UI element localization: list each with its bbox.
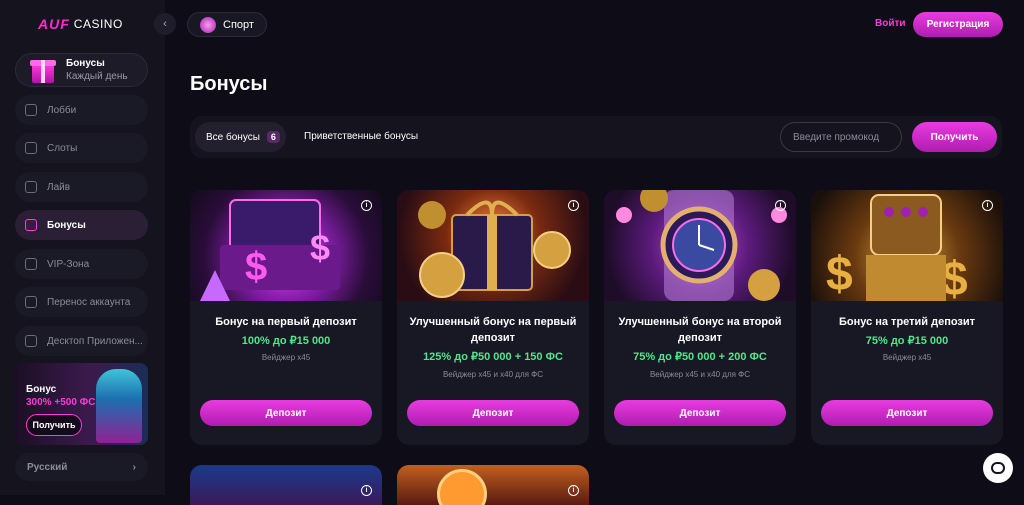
bonus-name: Улучшенный бонус на второй депозит xyxy=(618,316,782,344)
info-icon[interactable]: i xyxy=(775,200,786,211)
bonus-wager: Вейджер x45 xyxy=(261,353,311,362)
bonus-card-partial: i xyxy=(190,465,382,505)
collapse-sidebar-button[interactable]: ‹ xyxy=(154,13,176,35)
vip-icon xyxy=(25,258,37,270)
logo-mark: AUF xyxy=(38,16,70,32)
chevron-right-icon: › xyxy=(132,461,136,473)
bonus-icon xyxy=(25,219,37,231)
tab-all-bonuses[interactable]: Все бонусы 6 xyxy=(195,122,286,152)
slots-icon xyxy=(25,142,37,154)
desktop-icon xyxy=(25,335,37,347)
bonus-wager: Вейджер x45 и x40 для ФС xyxy=(442,370,544,379)
sidebar-item-bonuses[interactable]: Бонусы xyxy=(15,210,148,240)
chevron-left-icon: ‹ xyxy=(163,18,167,30)
orange-slice-image xyxy=(437,469,487,505)
info-icon[interactable]: i xyxy=(982,200,993,211)
login-link[interactable]: Войти xyxy=(875,18,906,29)
sidebar: AUF CASINO Бонусы Каждый день Лобби Слот… xyxy=(0,0,165,495)
count-badge: 6 xyxy=(266,131,280,143)
sidebar-item-label: Слоты xyxy=(47,142,78,154)
home-icon xyxy=(25,104,37,116)
sidebar-item-label: Лайв xyxy=(47,181,71,193)
bonus-offer: 100% до ₽15 000 xyxy=(241,335,331,347)
bonus-offer: 125% до ₽50 000 + 150 ФС xyxy=(423,351,563,363)
logo-text: CASINO xyxy=(73,17,123,31)
daily-bonus-subtitle: Каждый день xyxy=(66,71,128,82)
bonus-card: $ $ i Бонус на третий депозит 75% до ₽15 … xyxy=(811,190,1003,445)
promo-title: Бонус xyxy=(26,384,57,395)
bonus-card: i Улучшенный бонус на второй депозит 75%… xyxy=(604,190,796,445)
info-icon[interactable]: i xyxy=(361,485,372,496)
bonus-image-watch xyxy=(604,190,796,301)
bonus-image-gift-box xyxy=(397,190,589,301)
bonus-offer: 75% до ₽15 000 xyxy=(865,335,949,347)
chat-bubble-icon xyxy=(991,462,1005,474)
support-chat-button[interactable] xyxy=(983,453,1013,483)
bonus-card-partial: i xyxy=(397,465,589,505)
sport-button[interactable]: Спорт xyxy=(187,12,267,37)
bonus-name: Бонус на первый депозит xyxy=(215,316,357,328)
bonus-card: $ $ i Бонус на первый депозит 100% до ₽15… xyxy=(190,190,382,445)
bonus-image-treasure-chest: $ $ xyxy=(190,190,382,301)
bonus-image-golden-dollars: $ $ xyxy=(811,190,1003,306)
sidebar-item-live[interactable]: Лайв xyxy=(15,172,148,202)
bonus-card: i Улучшенный бонус на первый депозит 125… xyxy=(397,190,589,445)
page-title: Бонусы xyxy=(190,73,268,95)
sidebar-item-label: Десктоп Приложен... xyxy=(47,335,143,347)
daily-bonus-title: Бонусы xyxy=(66,58,105,69)
transfer-icon xyxy=(25,296,37,308)
svg-text:$: $ xyxy=(826,248,853,301)
bonus-wager: Вейджер x45 xyxy=(882,353,932,362)
deposit-button[interactable]: Депозит xyxy=(407,400,579,426)
bonus-wager: Вейджер x45 и x40 для ФС xyxy=(649,370,751,379)
deposit-button[interactable]: Депозит xyxy=(200,400,372,426)
info-icon[interactable]: i xyxy=(568,485,579,496)
tab-welcome-bonuses[interactable]: Приветственные бонусы xyxy=(304,131,418,142)
sidebar-item-vip[interactable]: VIP-Зона xyxy=(15,249,148,279)
promo-offer: 300% +500 ФС xyxy=(26,397,96,408)
register-button[interactable]: Регистрация xyxy=(913,12,1003,37)
get-promo-button[interactable]: Получить xyxy=(912,122,997,152)
sidebar-item-slots[interactable]: Слоты xyxy=(15,133,148,163)
deposit-button[interactable]: Депозит xyxy=(614,400,786,426)
bonus-filter-bar: Все бонусы 6 Приветственные бонусы Получ… xyxy=(190,116,1002,158)
sidebar-item-account-transfer[interactable]: Перенос аккаунта xyxy=(15,287,148,317)
live-icon xyxy=(25,181,37,193)
deposit-button[interactable]: Депозит xyxy=(821,400,993,426)
bonus-name: Улучшенный бонус на первый депозит xyxy=(409,316,577,344)
sidebar-item-label: Лобби xyxy=(47,104,77,116)
promo-banner[interactable]: Бонус 300% +500 ФС Получить xyxy=(15,363,148,445)
language-selector[interactable]: Русский › xyxy=(15,453,148,481)
tab-label: Все бонусы xyxy=(206,131,260,143)
sport-ball-icon xyxy=(200,16,216,33)
sidebar-item-desktop-app[interactable]: Десктоп Приложен... xyxy=(15,326,148,356)
svg-text:$: $ xyxy=(245,245,267,289)
gift-icon xyxy=(28,55,58,85)
promo-code-input[interactable] xyxy=(780,122,902,152)
svg-text:$: $ xyxy=(310,227,330,268)
promo-character-image xyxy=(96,369,142,443)
daily-bonus-card[interactable]: Бонусы Каждый день xyxy=(15,53,148,87)
sidebar-item-label: Бонусы xyxy=(47,219,86,231)
info-icon[interactable]: i xyxy=(361,200,372,211)
sport-label: Спорт xyxy=(223,18,254,31)
language-label: Русский xyxy=(27,461,68,473)
promo-get-button[interactable]: Получить xyxy=(26,414,82,436)
bonus-name: Бонус на третий депозит xyxy=(838,316,976,328)
sidebar-item-lobby[interactable]: Лобби xyxy=(15,95,148,125)
logo[interactable]: AUF CASINO xyxy=(38,16,123,32)
sidebar-item-label: Перенос аккаунта xyxy=(47,296,131,308)
sidebar-item-label: VIP-Зона xyxy=(47,258,90,270)
info-icon[interactable]: i xyxy=(568,200,579,211)
bonus-offer: 75% до ₽50 000 + 200 ФС xyxy=(633,351,767,363)
